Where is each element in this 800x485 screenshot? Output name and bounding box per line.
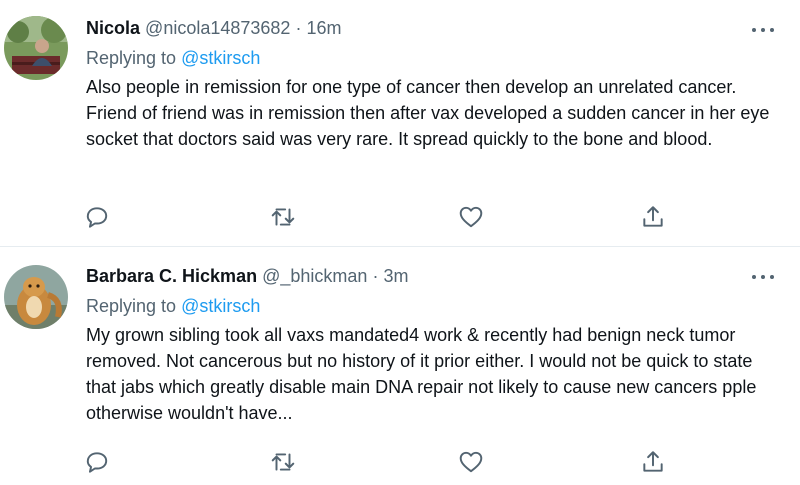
tweet-content: Barbara C. Hickman @_bhickman · 3m Reply… — [86, 263, 774, 426]
avatar[interactable] — [4, 16, 68, 80]
timestamp[interactable]: 16m — [306, 18, 341, 38]
tweet-actions — [84, 204, 674, 230]
tweet[interactable]: Barbara C. Hickman @_bhickman · 3m Reply… — [0, 247, 800, 485]
user-handle[interactable]: @_bhickman — [262, 266, 367, 286]
timestamp[interactable]: 3m — [383, 266, 408, 286]
replying-to-mention[interactable]: @stkirsch — [181, 296, 260, 316]
display-name[interactable]: Nicola — [86, 18, 140, 38]
heart-icon[interactable] — [458, 449, 484, 475]
tweet-actions — [84, 449, 674, 475]
tweet[interactable]: Nicola @nicola14873682 · 16m Replying to… — [0, 0, 800, 247]
replying-to-label: Replying to — [86, 296, 177, 316]
heart-icon[interactable] — [458, 204, 484, 230]
user-handle[interactable]: @nicola14873682 — [145, 18, 290, 38]
reply-feed: Nicola @nicola14873682 · 16m Replying to… — [0, 0, 800, 485]
share-icon[interactable] — [640, 449, 666, 475]
share-icon[interactable] — [640, 204, 666, 230]
replying-to-line: Replying to @stkirsch — [86, 45, 774, 71]
retweet-icon[interactable] — [270, 449, 296, 475]
tweet-text: Also people in remission for one type of… — [86, 77, 770, 149]
tweet-header: Barbara C. Hickman @_bhickman · 3m — [86, 263, 774, 289]
retweet-icon[interactable] — [270, 204, 296, 230]
tweet-content: Nicola @nicola14873682 · 16m Replying to… — [86, 15, 774, 152]
tweet-text: My grown sibling took all vaxs mandated4… — [86, 325, 757, 423]
replying-to-line: Replying to @stkirsch — [86, 293, 774, 319]
display-name[interactable]: Barbara C. Hickman — [86, 266, 257, 286]
reply-icon[interactable] — [84, 449, 110, 475]
replying-to-label: Replying to — [86, 48, 177, 68]
separator-dot: · — [372, 266, 379, 286]
tweet-header: Nicola @nicola14873682 · 16m — [86, 15, 774, 41]
replying-to-mention[interactable]: @stkirsch — [181, 48, 260, 68]
reply-icon[interactable] — [84, 204, 110, 230]
avatar[interactable] — [4, 265, 68, 329]
separator-dot: · — [295, 18, 302, 38]
